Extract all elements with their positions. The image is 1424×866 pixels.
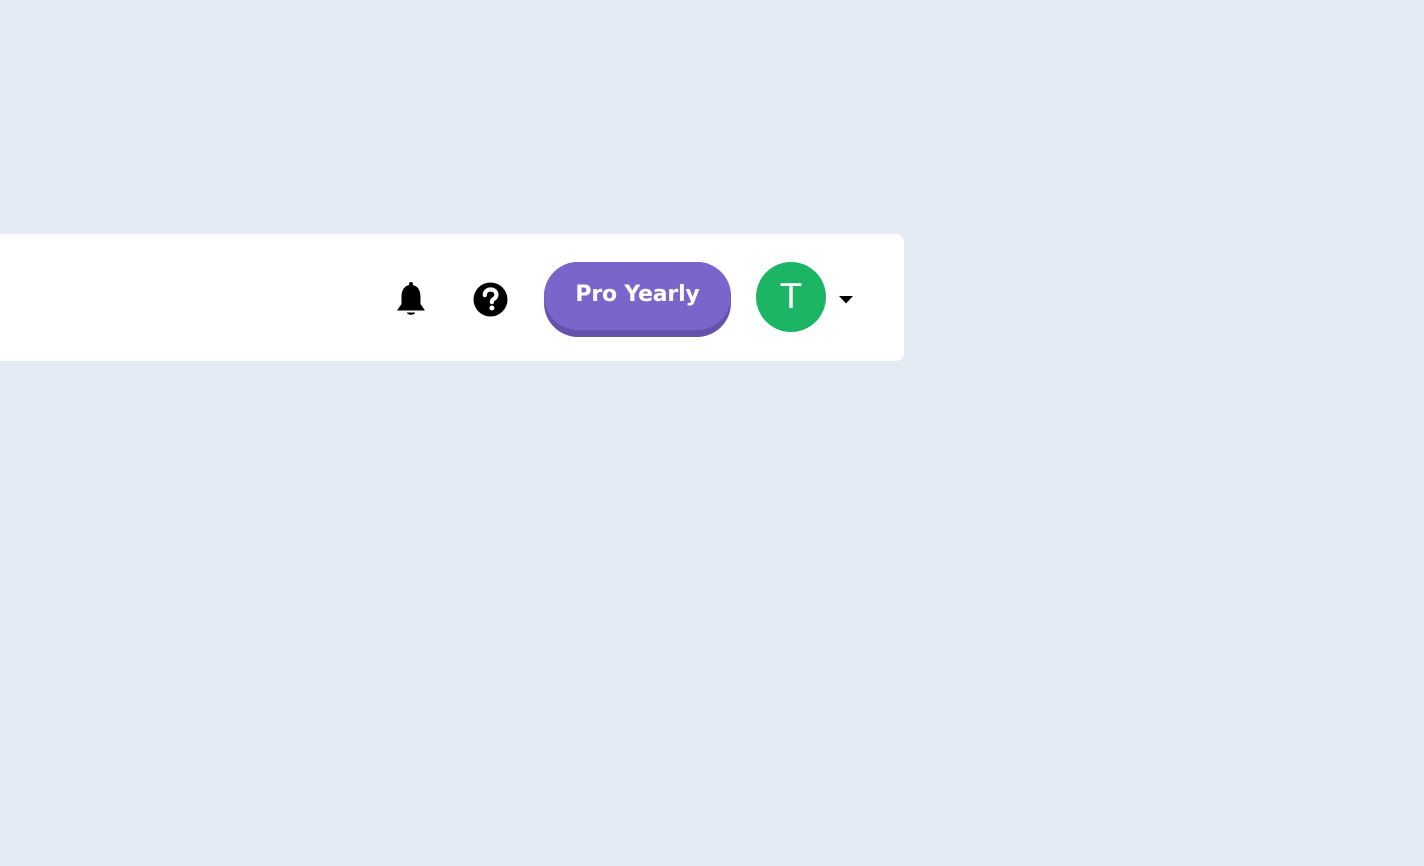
caret-down-icon bbox=[839, 296, 853, 304]
question-circle-icon bbox=[473, 282, 508, 317]
user-avatar[interactable]: T bbox=[756, 262, 826, 332]
account-menu-toggle[interactable] bbox=[836, 290, 856, 310]
plan-upgrade-button[interactable]: Pro Yearly bbox=[544, 262, 731, 337]
bell-icon bbox=[397, 282, 425, 315]
notifications-button[interactable] bbox=[394, 282, 428, 318]
plan-button-label: Pro Yearly bbox=[544, 262, 731, 330]
help-button[interactable] bbox=[473, 282, 508, 317]
